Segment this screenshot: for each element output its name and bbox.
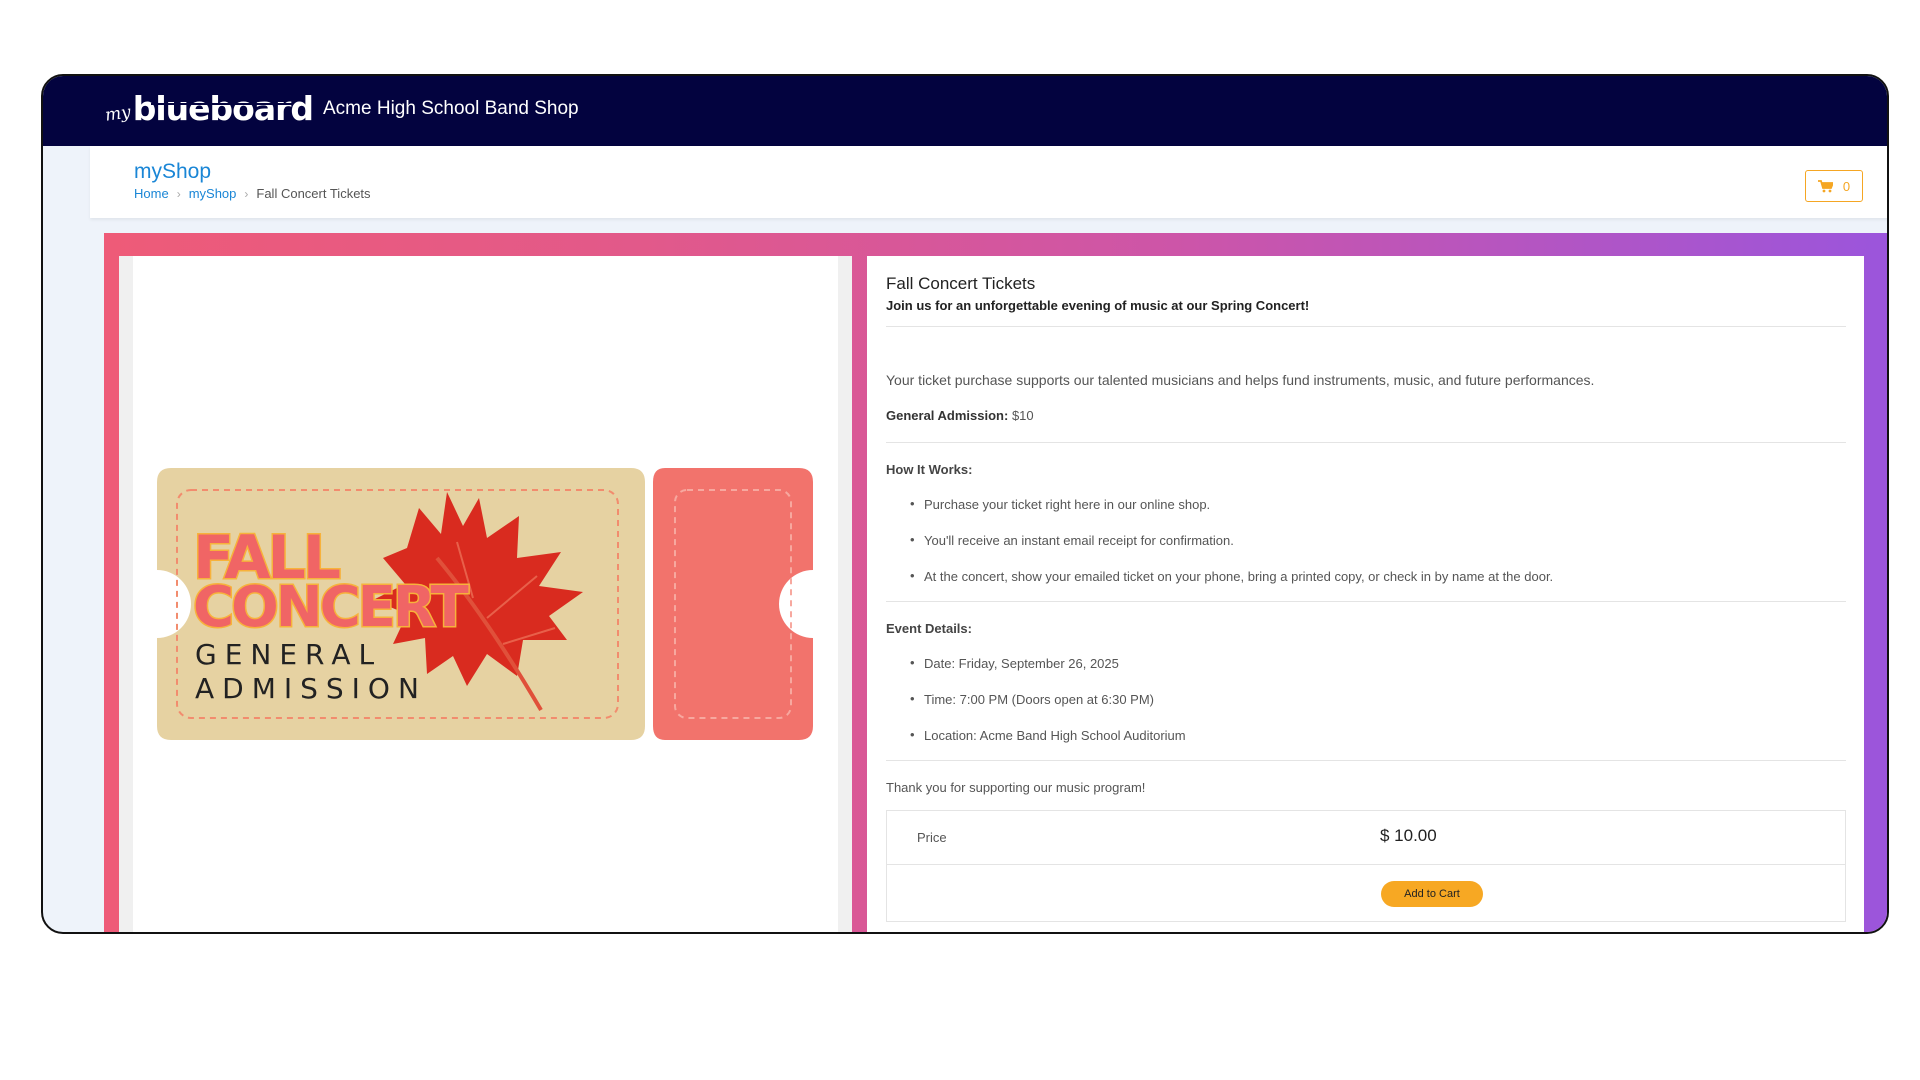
- divider: [886, 760, 1846, 761]
- support-text: Your ticket purchase supports our talent…: [886, 372, 1595, 388]
- list-item: Time: 7:00 PM (Doors open at 6:30 PM): [910, 691, 1154, 707]
- breadcrumb-current: Fall Concert Tickets: [256, 186, 371, 201]
- fall-concert-ticket-image[interactable]: FALL CONCERT GENERAL ADMISSION: [157, 468, 817, 740]
- breadcrumb: Home › myShop › Fall Concert Tickets: [134, 186, 371, 201]
- product-tagline: Join us for an unforgettable evening of …: [886, 298, 1310, 313]
- list-item: Purchase your ticket right here in our o…: [910, 496, 1210, 512]
- list-item: At the concert, show your emailed ticket…: [910, 568, 1553, 584]
- divider: [886, 442, 1846, 443]
- chevron-right-icon: ›: [176, 186, 181, 201]
- list-item: Date: Friday, September 26, 2025: [910, 655, 1119, 671]
- price-row: Price $ 10.00: [887, 811, 1845, 865]
- price-table: Price $ 10.00 Add to Cart: [886, 810, 1846, 922]
- cart-count: 0: [1842, 178, 1851, 194]
- list-item: Location: Acme Band High School Auditori…: [910, 727, 1186, 743]
- app-window: my blueboard Acme High School Band Shop …: [41, 74, 1889, 934]
- how-it-works-heading: How It Works:: [886, 462, 973, 477]
- breadcrumb-myshop-link[interactable]: myShop: [189, 186, 237, 201]
- list-item: You'll receive an instant email receipt …: [910, 532, 1234, 548]
- chevron-right-icon: ›: [244, 186, 249, 201]
- logo-brand-text: blueboard: [132, 89, 314, 128]
- product-name: Fall Concert Tickets: [886, 274, 1036, 293]
- price-label: Price: [917, 830, 947, 845]
- price-value: $ 10.00: [1380, 826, 1437, 845]
- divider: [886, 326, 1846, 327]
- ticket-general: GENERAL: [195, 638, 382, 671]
- ga-label: General Admission:: [886, 408, 1009, 423]
- event-details-heading: Event Details:: [886, 621, 972, 636]
- breadcrumb-home-link[interactable]: Home: [134, 186, 169, 201]
- shop-title: Acme High School Band Shop: [323, 98, 579, 119]
- cart-button[interactable]: 0: [1805, 170, 1863, 202]
- ticket-title-concert: CONCERT: [193, 575, 469, 640]
- myblueboard-logo[interactable]: my blueboard: [103, 84, 314, 136]
- thank-you-text: Thank you for supporting our music progr…: [886, 780, 1146, 795]
- top-navbar: my blueboard Acme High School Band Shop: [43, 76, 1887, 146]
- product-details-panel: Fall Concert Tickets Join us for an unfo…: [867, 256, 1864, 932]
- general-admission-price: General Admission: $10: [886, 408, 1034, 423]
- add-to-cart-button[interactable]: Add to Cart: [1381, 881, 1483, 907]
- ga-value: $10: [1008, 408, 1034, 423]
- ticket-admission: ADMISSION: [195, 672, 427, 705]
- divider: [886, 601, 1846, 602]
- shop-header: myShop Home › myShop › Fall Concert Tick…: [90, 146, 1887, 218]
- cart-icon: [1817, 179, 1833, 192]
- logo-my-text: my: [103, 102, 133, 126]
- page-title: myShop: [134, 160, 212, 183]
- product-image-panel: FALL CONCERT GENERAL ADMISSION: [119, 256, 852, 932]
